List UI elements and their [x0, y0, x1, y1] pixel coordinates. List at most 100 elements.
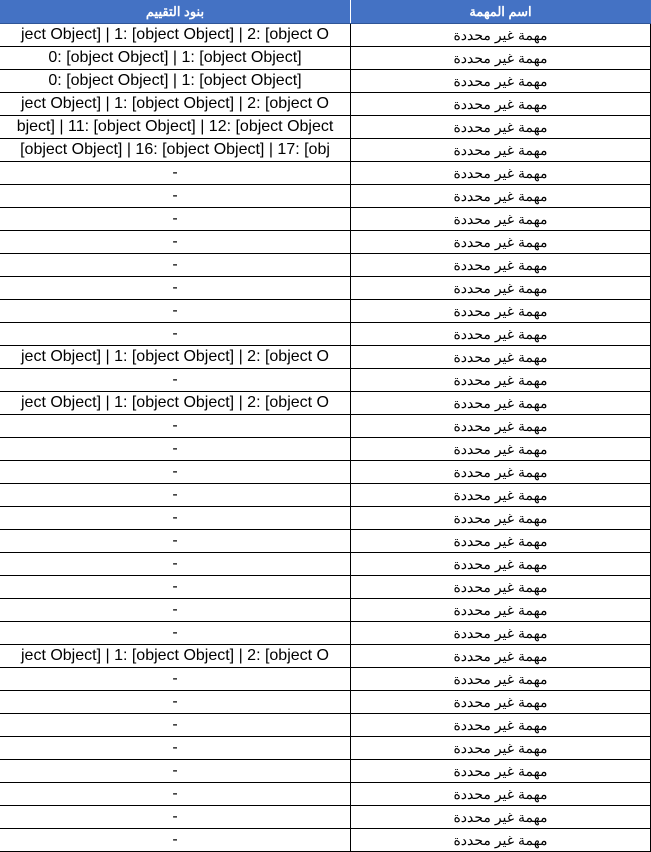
cell-criteria[interactable]: - — [0, 415, 350, 437]
cell-criteria[interactable]: bject] | 11: [object Object] | 12: [obje… — [0, 116, 350, 138]
cell-task-name[interactable]: مهمة غير محددة — [351, 231, 650, 253]
cell-criteria[interactable]: - — [0, 323, 350, 345]
cell-task-name[interactable]: مهمة غير محددة — [351, 714, 650, 736]
cell-criteria[interactable]: - — [0, 162, 350, 184]
cell-criteria[interactable]: ject Object] | 1: [object Object] | 2: [… — [0, 645, 350, 667]
cell-task-name[interactable]: مهمة غير محددة — [351, 185, 650, 207]
cell-task-name[interactable]: مهمة غير محددة — [351, 668, 650, 690]
cell-task-name[interactable]: مهمة غير محددة — [351, 599, 650, 621]
column-header-task-name[interactable]: اسم المهمة — [351, 0, 650, 23]
cell-task-name[interactable]: مهمة غير محددة — [351, 622, 650, 644]
cell-task-name[interactable]: مهمة غير محددة — [351, 139, 650, 161]
cell-criteria[interactable]: ject Object] | 1: [object Object] | 2: [… — [0, 346, 350, 368]
table-row: - مهمة غير محددة — [0, 668, 651, 691]
cell-task-name[interactable]: مهمة غير محددة — [351, 208, 650, 230]
table-row: 0: [object Object] | 1: [object Object] م… — [0, 47, 651, 70]
cell-criteria-text: - — [172, 693, 178, 710]
table-body: ject Object] | 1: [object Object] | 2: [… — [0, 24, 651, 852]
cell-criteria[interactable]: - — [0, 553, 350, 575]
cell-task-name[interactable]: مهمة غير محددة — [351, 24, 650, 46]
cell-task-name[interactable]: مهمة غير محددة — [351, 93, 650, 115]
cell-criteria[interactable]: - — [0, 530, 350, 552]
cell-criteria-text: ject Object] | 1: [object Object] | 2: [… — [20, 647, 329, 664]
table-row: ject Object] | 1: [object Object] | 2: [… — [0, 24, 651, 47]
cell-task-name[interactable]: مهمة غير محددة — [351, 323, 650, 345]
cell-task-name[interactable]: مهمة غير محددة — [351, 438, 650, 460]
table-row: - مهمة غير محددة — [0, 691, 651, 714]
column-header-criteria[interactable]: بنود التقييم — [0, 0, 350, 23]
cell-task-name[interactable]: مهمة غير محددة — [351, 507, 650, 529]
cell-criteria[interactable]: - — [0, 231, 350, 253]
cell-task-name[interactable]: مهمة غير محددة — [351, 346, 650, 368]
cell-criteria[interactable]: - — [0, 300, 350, 322]
cell-task-name[interactable]: مهمة غير محددة — [351, 162, 650, 184]
table-row: - مهمة غير محددة — [0, 162, 651, 185]
cell-criteria[interactable]: - — [0, 829, 350, 851]
table-row: - مهمة غير محددة — [0, 737, 651, 760]
cell-criteria[interactable]: - — [0, 668, 350, 690]
cell-criteria-text: - — [172, 325, 178, 342]
cell-criteria[interactable]: - — [0, 484, 350, 506]
cell-criteria[interactable]: ject Object] | 1: [object Object] | 2: [… — [0, 392, 350, 414]
cell-task-name[interactable]: مهمة غير محددة — [351, 806, 650, 828]
cell-criteria[interactable]: - — [0, 507, 350, 529]
cell-criteria-text: - — [172, 417, 178, 434]
cell-task-name[interactable]: مهمة غير محددة — [351, 70, 650, 92]
cell-criteria[interactable]: - — [0, 599, 350, 621]
cell-task-name[interactable]: مهمة غير محددة — [351, 254, 650, 276]
cell-task-name[interactable]: مهمة غير محددة — [351, 484, 650, 506]
cell-criteria[interactable]: - — [0, 208, 350, 230]
cell-criteria[interactable]: - — [0, 369, 350, 391]
cell-criteria-text: - — [172, 739, 178, 756]
cell-criteria[interactable]: - — [0, 760, 350, 782]
cell-criteria-text: - — [172, 302, 178, 319]
table-row: - مهمة غير محددة — [0, 507, 651, 530]
table-row: 0: [object Object] | 1: [object Object] م… — [0, 70, 651, 93]
cell-task-name[interactable]: مهمة غير محددة — [351, 760, 650, 782]
cell-task-name[interactable]: مهمة غير محددة — [351, 300, 650, 322]
table-row: ject Object] | 1: [object Object] | 2: [… — [0, 645, 651, 668]
cell-task-name[interactable]: مهمة غير محددة — [351, 530, 650, 552]
cell-task-name[interactable]: مهمة غير محددة — [351, 691, 650, 713]
cell-task-name[interactable]: مهمة غير محددة — [351, 47, 650, 69]
cell-task-name[interactable]: مهمة غير محددة — [351, 369, 650, 391]
cell-criteria-text: - — [172, 256, 178, 273]
cell-task-name[interactable]: مهمة غير محددة — [351, 576, 650, 598]
cell-criteria-text: - — [172, 716, 178, 733]
cell-criteria[interactable]: - — [0, 438, 350, 460]
cell-criteria[interactable]: - — [0, 622, 350, 644]
cell-criteria[interactable]: - — [0, 691, 350, 713]
cell-criteria-text: ject Object] | 1: [object Object] | 2: [… — [20, 348, 329, 365]
cell-criteria[interactable]: ject Object] | 1: [object Object] | 2: [… — [0, 93, 350, 115]
table-row: - مهمة غير محددة — [0, 530, 651, 553]
cell-criteria[interactable]: - — [0, 277, 350, 299]
cell-criteria[interactable]: - — [0, 185, 350, 207]
cell-criteria[interactable]: 0: [object Object] | 1: [object Object] — [0, 70, 350, 92]
cell-criteria[interactable]: ject Object] | 1: [object Object] | 2: [… — [0, 24, 350, 46]
cell-task-name[interactable]: مهمة غير محددة — [351, 461, 650, 483]
cell-task-name[interactable]: مهمة غير محددة — [351, 737, 650, 759]
cell-criteria[interactable]: - — [0, 254, 350, 276]
cell-criteria[interactable]: - — [0, 461, 350, 483]
table-row: - مهمة غير محددة — [0, 576, 651, 599]
cell-criteria-text: - — [172, 831, 178, 848]
cell-criteria[interactable]: - — [0, 737, 350, 759]
cell-task-name[interactable]: مهمة غير محددة — [351, 116, 650, 138]
table-row: - مهمة غير محددة — [0, 300, 651, 323]
cell-task-name[interactable]: مهمة غير محددة — [351, 829, 650, 851]
cell-task-name[interactable]: مهمة غير محددة — [351, 783, 650, 805]
cell-task-name[interactable]: مهمة غير محددة — [351, 415, 650, 437]
cell-criteria[interactable]: - — [0, 806, 350, 828]
cell-task-name[interactable]: مهمة غير محددة — [351, 392, 650, 414]
table-row: - مهمة غير محددة — [0, 231, 651, 254]
cell-criteria-text: - — [172, 509, 178, 526]
cell-criteria[interactable]: - — [0, 783, 350, 805]
cell-criteria[interactable]: 0: [object Object] | 1: [object Object] — [0, 47, 350, 69]
cell-criteria[interactable]: - — [0, 714, 350, 736]
cell-task-name[interactable]: مهمة غير محددة — [351, 645, 650, 667]
cell-criteria[interactable]: - — [0, 576, 350, 598]
cell-criteria-text: - — [172, 785, 178, 802]
cell-task-name[interactable]: مهمة غير محددة — [351, 277, 650, 299]
cell-criteria[interactable]: [object Object] | 16: [object Object] | … — [0, 139, 350, 161]
cell-task-name[interactable]: مهمة غير محددة — [351, 553, 650, 575]
